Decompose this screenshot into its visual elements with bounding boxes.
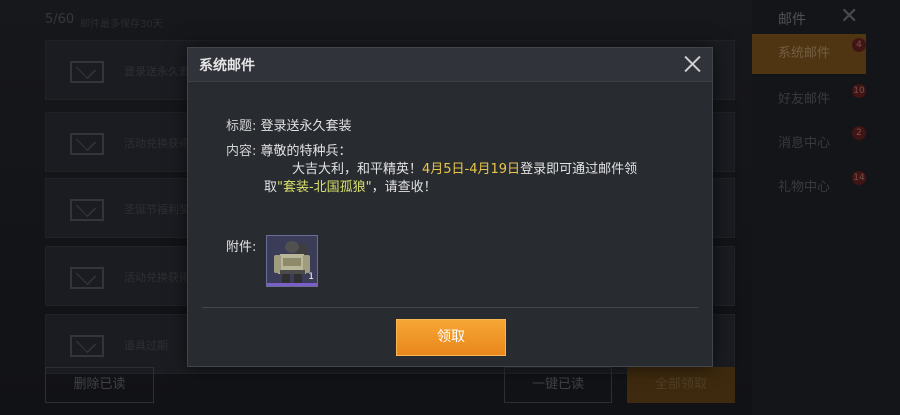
close-icon[interactable] xyxy=(680,52,704,76)
event-dates: 4月5日-4月19日 xyxy=(422,162,521,177)
divider xyxy=(202,307,698,308)
claim-button[interactable]: 领取 xyxy=(396,319,506,356)
content-line: 内容: 尊敬的特种兵： xyxy=(226,140,352,159)
subject-label: 标题: xyxy=(226,119,257,134)
subject-value: 登录送永久套装 xyxy=(260,119,352,134)
content-text: 登录即可通过邮件领 xyxy=(520,162,638,177)
content-label: 内容: xyxy=(226,144,257,159)
attachment-label: 附件: xyxy=(226,240,257,255)
attachment-item[interactable]: 1 xyxy=(266,235,318,287)
content-text: 大吉大利，和平精英！ xyxy=(292,162,423,177)
content-greeting: 尊敬的特种兵： xyxy=(260,144,352,159)
content-text: 取 xyxy=(264,180,278,195)
content-body-line-1: 大吉大利，和平精英！4月5日-4月19日登录即可通过邮件领 xyxy=(292,158,637,177)
dialog-title: 系统邮件 xyxy=(199,58,255,74)
content-body-line-2: 取"套装-北国孤狼"，请查收！ xyxy=(264,176,437,195)
system-mail-dialog: 系统邮件 标题: 登录送永久套装 内容: 尊敬的特种兵： 大吉大利，和平精英！4… xyxy=(187,47,713,367)
rarity-bar xyxy=(267,283,317,286)
dialog-header: 系统邮件 xyxy=(188,48,712,82)
content-text: ，请查收！ xyxy=(371,180,437,195)
attachment-quantity: 1 xyxy=(308,272,314,282)
subject-line: 标题: 登录送永久套装 xyxy=(226,115,352,134)
reward-item-name: "套装-北国孤狼" xyxy=(277,180,372,195)
